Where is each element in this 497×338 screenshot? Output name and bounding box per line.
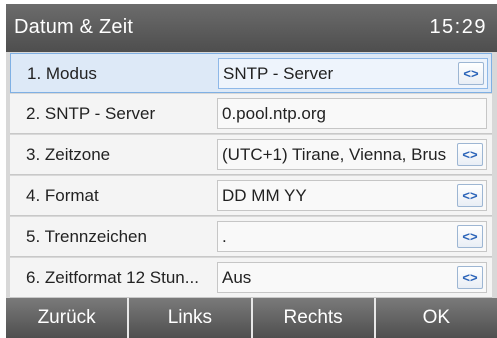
- left-right-arrows-icon[interactable]: <>: [457, 225, 483, 248]
- ok-button[interactable]: OK: [375, 298, 497, 338]
- back-button[interactable]: Zurück: [6, 298, 130, 338]
- time-format-select[interactable]: Aus <>: [217, 262, 487, 293]
- sntp-server-value: 0.pool.ntp.org: [222, 104, 326, 123]
- setting-label-format: 4. Format: [26, 186, 99, 205]
- softkey-bar: Zurück Links Rechts OK: [6, 298, 497, 338]
- mode-value: SNTP - Server: [223, 64, 334, 83]
- setting-row-mode[interactable]: 1. Modus SNTP - Server <>: [10, 53, 492, 93]
- left-right-arrows-icon[interactable]: <>: [457, 184, 483, 207]
- setting-row-sntp-server[interactable]: 2. SNTP - Server 0.pool.ntp.org: [10, 94, 492, 134]
- mode-select[interactable]: SNTP - Server <>: [218, 58, 488, 89]
- separator-select[interactable]: . <>: [217, 221, 487, 252]
- page-title: Datum & Zeit: [14, 16, 134, 38]
- phone-screen: Datum & Zeit 15:29 1. Modus SNTP - Serve…: [6, 4, 497, 338]
- left-right-arrows-icon[interactable]: <>: [457, 143, 483, 166]
- timezone-select[interactable]: (UTC+1) Tirane, Vienna, Brus <>: [217, 139, 487, 170]
- setting-row-separator[interactable]: 5. Trennzeichen . <>: [10, 217, 492, 257]
- right-button[interactable]: Rechts: [252, 298, 376, 338]
- time-format-value: Aus: [222, 268, 252, 287]
- setting-label-mode: 1. Modus: [27, 64, 97, 83]
- timezone-value: (UTC+1) Tirane, Vienna, Brus: [222, 145, 447, 164]
- setting-row-time-format[interactable]: 6. Zeitformat 12 Stun... Aus <>: [10, 258, 492, 298]
- settings-list: 1. Modus SNTP - Server <> 2. SNTP - Serv…: [6, 52, 497, 298]
- setting-label-time-format: 6. Zeitformat 12 Stun...: [26, 268, 199, 287]
- left-button[interactable]: Links: [129, 298, 253, 338]
- clock: 15:29: [429, 16, 487, 38]
- setting-row-timezone[interactable]: 3. Zeitzone (UTC+1) Tirane, Vienna, Brus…: [10, 135, 492, 175]
- left-right-arrows-icon[interactable]: <>: [457, 266, 483, 289]
- setting-label-sntp-server: 2. SNTP - Server: [26, 104, 156, 123]
- setting-row-format[interactable]: 4. Format DD MM YY <>: [10, 176, 492, 216]
- setting-label-timezone: 3. Zeitzone: [26, 145, 111, 164]
- title-bar: Datum & Zeit 15:29: [6, 4, 497, 52]
- left-right-arrows-icon[interactable]: <>: [458, 62, 484, 85]
- format-value: DD MM YY: [222, 186, 307, 205]
- setting-label-separator: 5. Trennzeichen: [26, 227, 147, 246]
- separator-value: .: [222, 227, 227, 246]
- format-select[interactable]: DD MM YY <>: [217, 180, 487, 211]
- sntp-server-input[interactable]: 0.pool.ntp.org: [217, 98, 487, 129]
